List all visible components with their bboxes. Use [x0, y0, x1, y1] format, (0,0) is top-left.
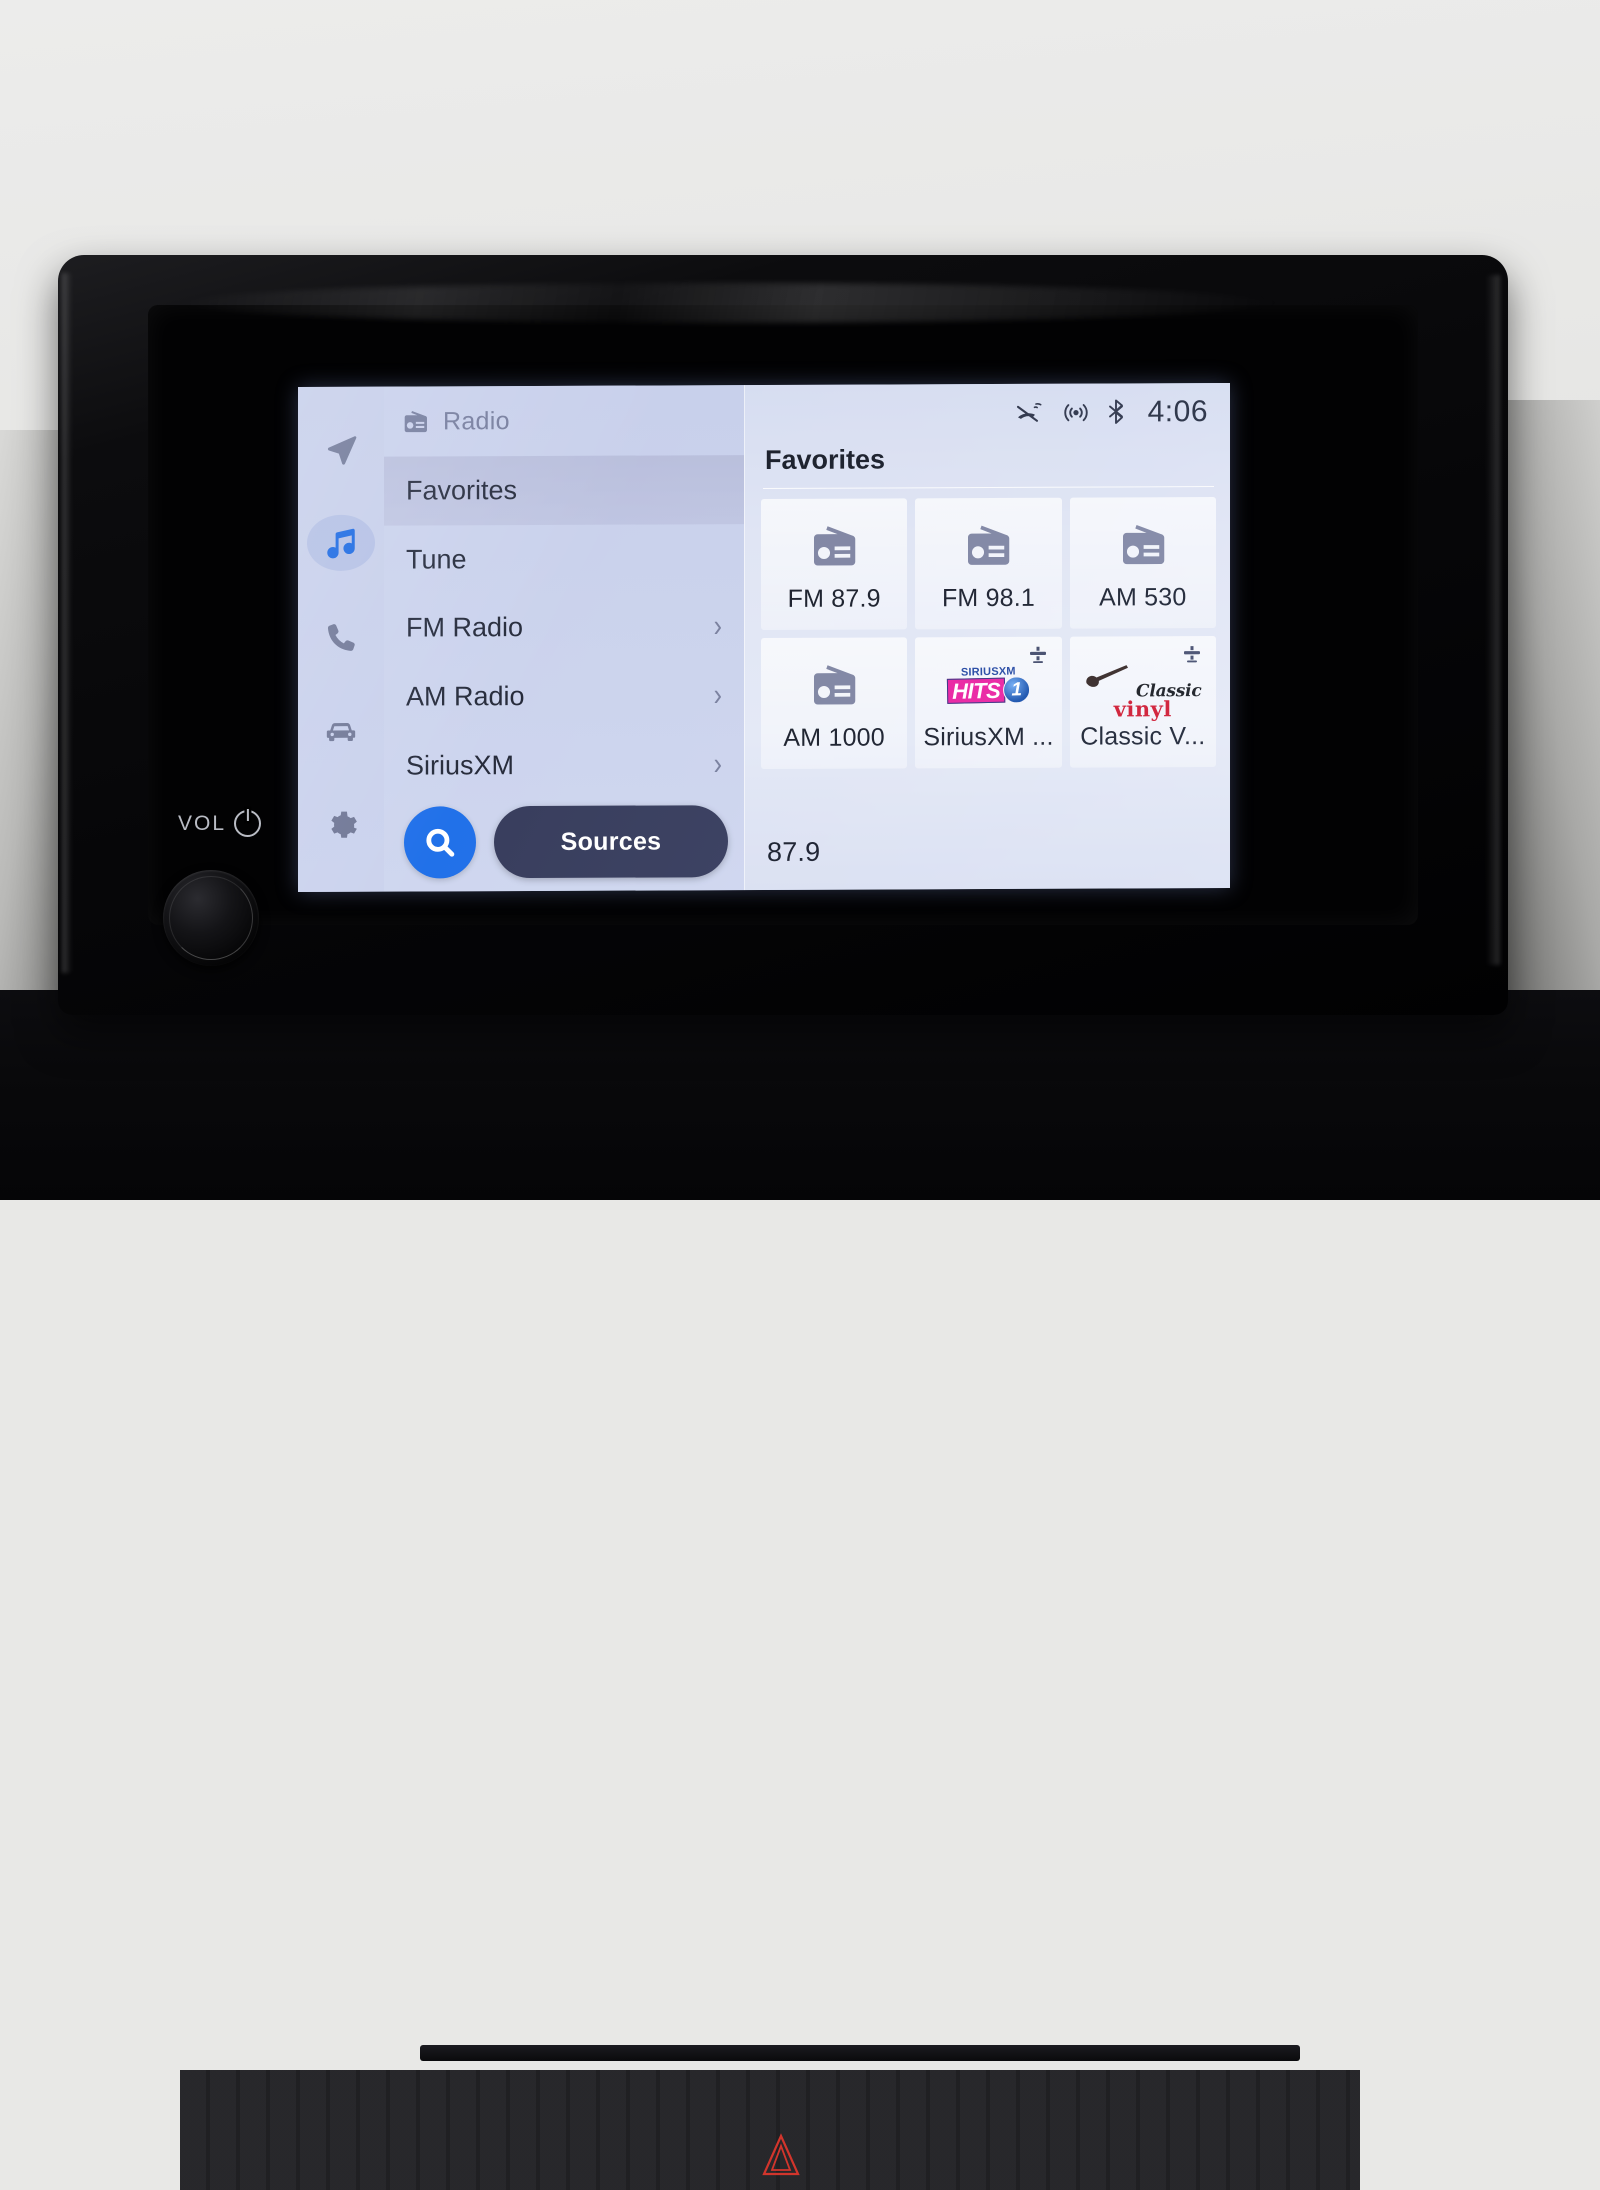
bezel-right-highlight — [1486, 275, 1500, 965]
favorite-label: AM 530 — [1099, 583, 1187, 612]
hazard-light-button[interactable] — [758, 2130, 804, 2190]
satellite-badge — [1028, 645, 1048, 665]
satellite-badge — [1182, 644, 1202, 664]
logo-vinyl-text: vinyl — [1113, 695, 1172, 721]
menu-item-am-radio[interactable]: AM Radio › — [384, 661, 744, 731]
radio-icon — [968, 525, 1010, 565]
power-icon[interactable] — [234, 810, 262, 837]
sidebar-item-phone[interactable] — [307, 609, 375, 665]
car-icon — [326, 722, 356, 741]
gear-icon — [331, 811, 357, 838]
menu-header: Radio — [384, 385, 744, 457]
menu-item-siriusxm[interactable]: SiriusXM › — [384, 730, 744, 800]
satellite-icon — [1029, 646, 1046, 664]
tile-artwork — [809, 654, 859, 718]
logo-hits-text: HITS — [946, 677, 1006, 704]
sources-button[interactable]: Sources — [494, 805, 728, 879]
menu-action-bar: Sources — [384, 798, 744, 891]
navigation-arrow-icon — [327, 436, 357, 465]
menu-item-tune[interactable]: Tune — [384, 524, 744, 594]
now-playing-frequency: 87.9 — [767, 836, 821, 867]
favorite-tile[interactable]: FM 87.9 — [761, 498, 908, 631]
chevron-right-icon: › — [713, 746, 722, 782]
menu-item-label: FM Radio — [406, 612, 524, 643]
bluetooth-icon — [1108, 399, 1123, 424]
favorite-tile[interactable]: Classic vinyl Classic V... — [1069, 636, 1216, 768]
favorites-title: Favorites — [765, 444, 886, 475]
logo-channel-badge: 1 — [1002, 675, 1031, 704]
search-icon — [426, 828, 455, 857]
favorite-label: Classic V... — [1080, 722, 1206, 751]
guitar-icon — [1086, 664, 1129, 687]
favorite-tile[interactable]: AM 530 — [1069, 497, 1216, 629]
clock: 4:06 — [1147, 395, 1208, 429]
favorite-label: FM 87.9 — [787, 584, 881, 613]
favorite-tile[interactable]: FM 98.1 — [915, 497, 1062, 630]
menu-title: Radio — [443, 406, 510, 436]
phone-icon — [327, 623, 355, 651]
status-bar: 4:06 — [745, 383, 1230, 443]
bezel-glare — [178, 283, 1278, 323]
radio-menu-column: Radio Favorites Tune FM Radio › AM Radio… — [384, 385, 744, 892]
sidebar-item-vehicle[interactable] — [307, 703, 375, 759]
satellite-icon — [1183, 646, 1200, 663]
hazard-triangle-icon — [762, 2133, 800, 2176]
menu-item-label: Tune — [406, 544, 467, 575]
touchscreen-display[interactable]: Radio Favorites Tune FM Radio › AM Radio… — [298, 382, 1230, 893]
bezel-left-highlight — [62, 273, 72, 973]
favorite-label: AM 1000 — [783, 723, 885, 752]
tile-artwork — [1118, 513, 1168, 577]
vol-text: VOL — [178, 811, 227, 835]
logo-main-row: HITS 1 — [946, 675, 1031, 705]
dashboard-lower-console — [0, 990, 1600, 2190]
radio-icon — [814, 526, 856, 566]
menu-item-label: Favorites — [406, 475, 518, 506]
sidebar-item-media[interactable] — [307, 514, 375, 572]
sidebar-item-navigation[interactable] — [307, 421, 375, 477]
sources-button-label: Sources — [560, 827, 662, 856]
tile-artwork — [963, 514, 1013, 578]
radio-icon — [1122, 524, 1165, 565]
signal-waves-icon — [1063, 404, 1088, 422]
sidebar-item-settings[interactable] — [307, 798, 375, 854]
radio-icon — [404, 410, 427, 432]
chevron-right-icon: › — [713, 677, 722, 713]
tile-artwork — [809, 515, 859, 579]
mute-phone-icon — [1016, 403, 1042, 422]
volume-power-label: VOL — [178, 810, 262, 837]
favorite-label: SiriusXM ... — [923, 722, 1054, 752]
favorites-panel: 4:06 Favorites FM 87.9 FM 98.1 AM 530 AM… — [744, 382, 1230, 891]
favorite-tile[interactable]: SIRIUSXM HITS 1 SiriusXM ... — [915, 636, 1062, 769]
app-rail — [298, 386, 384, 893]
search-button[interactable] — [404, 806, 476, 879]
favorite-label: FM 98.1 — [941, 583, 1036, 613]
chevron-right-icon: › — [713, 608, 722, 644]
radio-icon — [814, 665, 856, 705]
favorites-grid: FM 87.9 FM 98.1 AM 530 AM 1000 SIRIUSXM … — [745, 487, 1230, 770]
music-note-icon — [327, 529, 355, 559]
tile-artwork: SIRIUSXM HITS 1 — [946, 653, 1031, 717]
volume-knob[interactable] — [163, 870, 259, 966]
menu-item-label: SiriusXM — [406, 749, 515, 781]
console-trim-bar — [420, 2045, 1300, 2061]
siriusxm-hits1-logo: SIRIUSXM HITS 1 — [946, 665, 1031, 705]
menu-item-label: AM Radio — [406, 680, 525, 712]
menu-item-fm-radio[interactable]: FM Radio › — [384, 593, 744, 663]
favorite-tile[interactable]: AM 1000 — [761, 637, 908, 770]
menu-item-favorites[interactable]: Favorites — [384, 455, 744, 526]
